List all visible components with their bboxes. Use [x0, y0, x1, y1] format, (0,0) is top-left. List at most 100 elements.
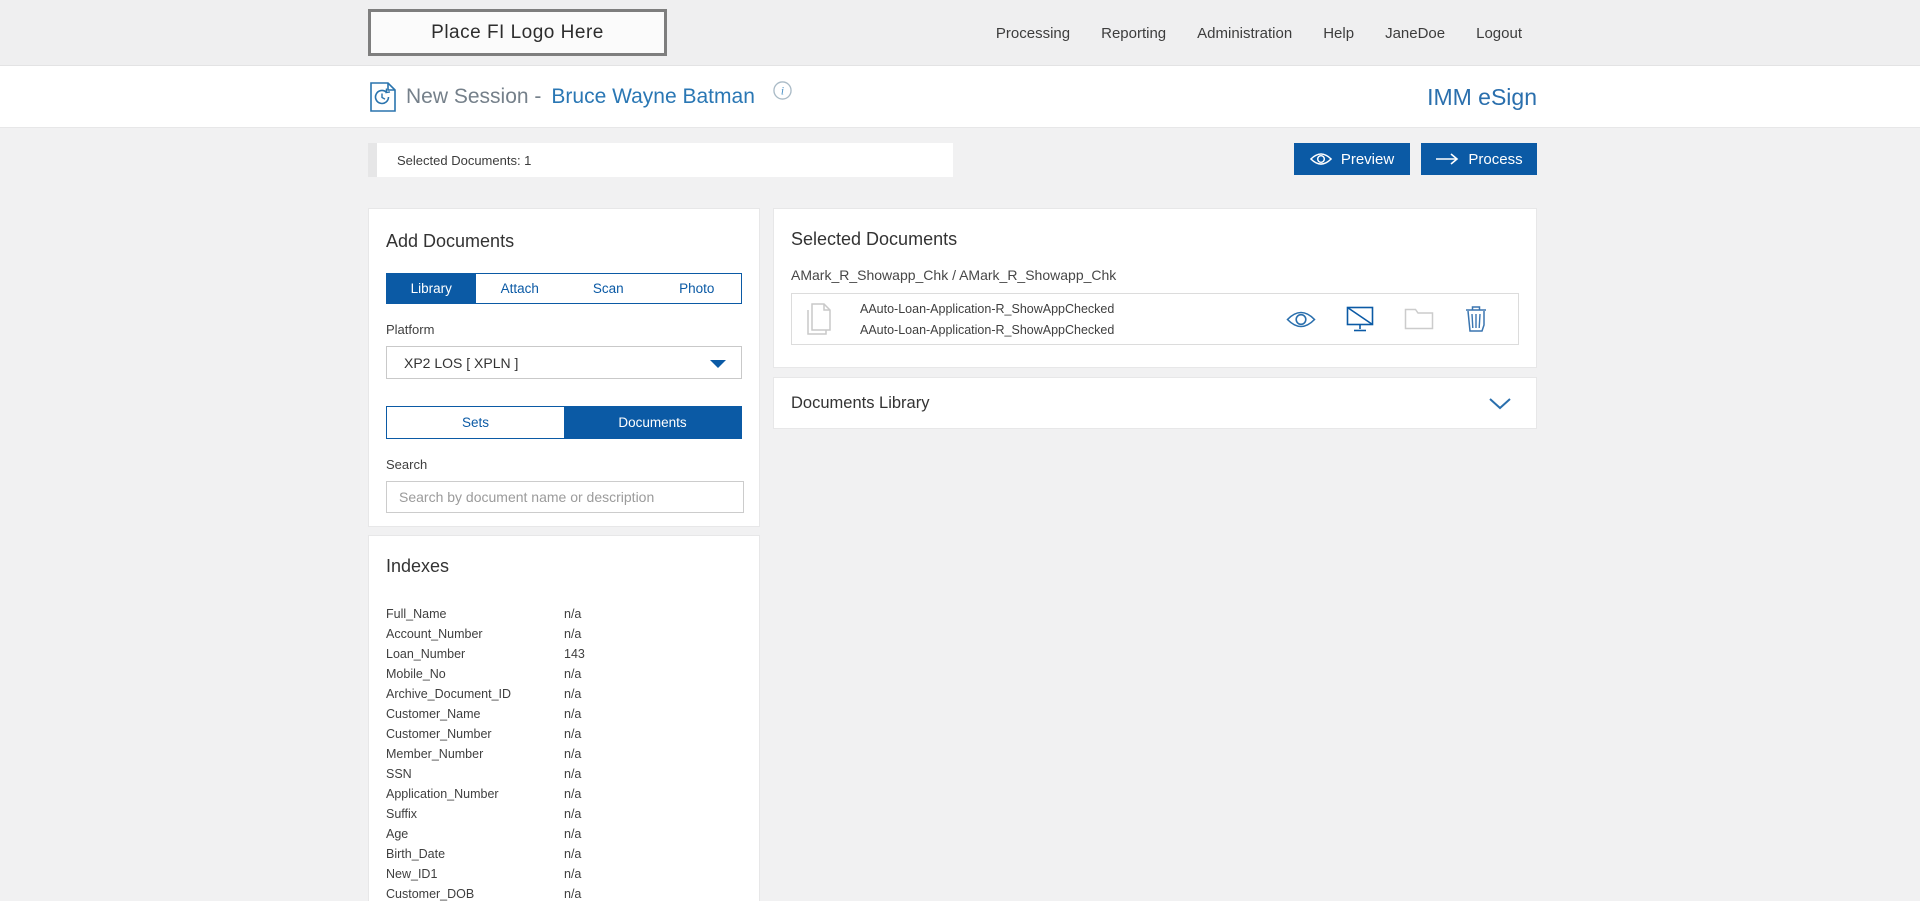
document-names: AAuto-Loan-Application-R_ShowAppChecked … — [860, 302, 1114, 337]
index-row: Mobile_No n/a — [386, 664, 742, 684]
index-name: Mobile_No — [386, 667, 446, 681]
process-button-label: Process — [1468, 150, 1523, 168]
nav-item-processing[interactable]: Processing — [996, 25, 1070, 42]
nav-item-help[interactable]: Help — [1323, 25, 1354, 42]
tab-photo[interactable]: Photo — [653, 274, 742, 303]
trash-icon[interactable] — [1464, 305, 1488, 333]
add-documents-panel: Add Documents Library Attach Scan Photo … — [368, 208, 760, 527]
session-customer-name: Bruce Wayne Batman — [551, 85, 755, 108]
index-row: Customer_DOB n/a — [386, 884, 742, 901]
imm-esign-page: Place FI Logo Here Processing Reporting … — [0, 0, 1920, 901]
index-row: Customer_Number n/a — [386, 724, 742, 744]
index-value: n/a — [564, 667, 582, 681]
index-value: n/a — [564, 627, 582, 641]
index-value: n/a — [564, 887, 582, 901]
eye-icon — [1309, 153, 1332, 165]
selected-documents-count-bar: Selected Documents: 1 — [368, 143, 953, 177]
index-name: Birth_Date — [386, 847, 446, 861]
platform-selected-value: XP2 LOS [ XPLN ] — [404, 354, 519, 371]
index-name: Age — [386, 827, 409, 841]
toggle-sets[interactable]: Sets — [387, 407, 564, 438]
index-row: Member_Number n/a — [386, 744, 742, 764]
nav-item-logout[interactable]: Logout — [1476, 25, 1522, 42]
indexes-title: Indexes — [386, 556, 450, 576]
index-value: n/a — [564, 867, 582, 881]
fi-logo-text: Place FI Logo Here — [431, 21, 604, 43]
documents-library-title: Documents Library — [791, 393, 930, 412]
document-actions — [1286, 305, 1488, 333]
index-name: Member_Number — [386, 747, 484, 761]
indexes-panel: Indexes Full_Name n/a Account_Number n/a L… — [368, 535, 760, 901]
index-value: n/a — [564, 747, 582, 761]
index-row: Age n/a — [386, 824, 742, 844]
nav-menu: Processing Reporting Administration Help… — [996, 0, 1522, 66]
process-button[interactable]: Process — [1421, 143, 1537, 175]
index-row: Customer_Name n/a — [386, 704, 742, 724]
index-row: Full_Name n/a — [386, 604, 742, 624]
tab-library[interactable]: Library — [387, 274, 476, 303]
preview-button-label: Preview — [1340, 150, 1395, 168]
index-name: Archive_Document_ID — [386, 687, 512, 701]
index-name: Customer_DOB — [386, 887, 475, 901]
document-name-line2: AAuto-Loan-Application-R_ShowAppChecked — [860, 322, 1115, 337]
nav-item-administration[interactable]: Administration — [1197, 25, 1292, 42]
index-value: n/a — [564, 607, 582, 621]
folder-icon[interactable] — [1404, 308, 1434, 330]
index-name: Application_Number — [386, 787, 499, 801]
index-name: SSN — [386, 767, 412, 781]
document-pages-icon — [807, 303, 831, 335]
index-value: n/a — [564, 807, 582, 821]
brand-title: IMM eSign — [1427, 83, 1537, 110]
index-value: 143 — [564, 647, 585, 661]
index-row: Archive_Document_ID n/a — [386, 684, 742, 704]
index-name: Loan_Number — [386, 647, 466, 661]
toggle-documents[interactable]: Documents — [564, 407, 741, 438]
selected-document-row: AAuto-Loan-Application-R_ShowAppChecked … — [791, 293, 1519, 345]
search-input[interactable] — [386, 481, 744, 513]
index-value: n/a — [564, 827, 582, 841]
nav-item-user[interactable]: JaneDoe — [1385, 25, 1445, 42]
index-row: SSN n/a — [386, 764, 742, 784]
arrow-right-icon — [1436, 153, 1459, 165]
tab-scan[interactable]: Scan — [564, 274, 653, 303]
svg-text:i: i — [781, 85, 784, 97]
index-value: n/a — [564, 707, 582, 721]
add-documents-tabbar: Library Attach Scan Photo — [386, 273, 742, 304]
index-row: Application_Number n/a — [386, 784, 742, 804]
add-documents-title: Add Documents — [386, 231, 515, 251]
session-label: New Session - — [406, 85, 542, 108]
index-row: Account_Number n/a — [386, 624, 742, 644]
selected-documents-panel: Selected Documents AMark_R_Showapp_Chk /… — [773, 208, 1537, 368]
index-name: Full_Name — [386, 607, 447, 621]
preview-eye-icon[interactable] — [1286, 310, 1316, 329]
platform-label: Platform — [386, 322, 435, 337]
sets-documents-toggle: Sets Documents — [386, 406, 742, 439]
index-value: n/a — [564, 847, 582, 861]
index-row: Loan_Number 143 — [386, 644, 742, 664]
index-name: Suffix — [386, 807, 418, 821]
index-value: n/a — [564, 727, 582, 741]
preview-button[interactable]: Preview — [1294, 143, 1410, 175]
index-row: Suffix n/a — [386, 804, 742, 824]
index-value: n/a — [564, 687, 582, 701]
indexes-list: Full_Name n/a Account_Number n/a Loan_Numb… — [386, 604, 742, 901]
index-name: Account_Number — [386, 627, 483, 641]
session-title: New Session - Bruce Wayne Batman i — [370, 66, 792, 128]
selected-documents-count: Selected Documents: 1 — [397, 152, 532, 168]
info-icon[interactable]: i — [773, 80, 792, 100]
page-header: New Session - Bruce Wayne Batman i IMM e… — [0, 66, 1920, 128]
push-to-monitor-icon[interactable] — [1346, 306, 1374, 332]
index-row: Birth_Date n/a — [386, 844, 742, 864]
index-name: New_ID1 — [386, 867, 438, 881]
index-value: n/a — [564, 787, 582, 801]
tab-attach[interactable]: Attach — [476, 274, 565, 303]
index-name: Customer_Name — [386, 707, 481, 721]
documents-library-panel[interactable]: Documents Library — [773, 377, 1537, 429]
document-set-path: AMark_R_Showapp_Chk / AMark_R_Showapp_Ch… — [791, 267, 1117, 283]
nav-item-reporting[interactable]: Reporting — [1101, 25, 1166, 42]
top-navbar: Place FI Logo Here Processing Reporting … — [0, 0, 1920, 66]
index-row: New_ID1 n/a — [386, 864, 742, 884]
platform-select[interactable]: XP2 LOS [ XPLN ] — [386, 346, 742, 379]
selected-documents-title: Selected Documents — [791, 229, 958, 249]
chevron-down-icon[interactable] — [1488, 397, 1512, 410]
